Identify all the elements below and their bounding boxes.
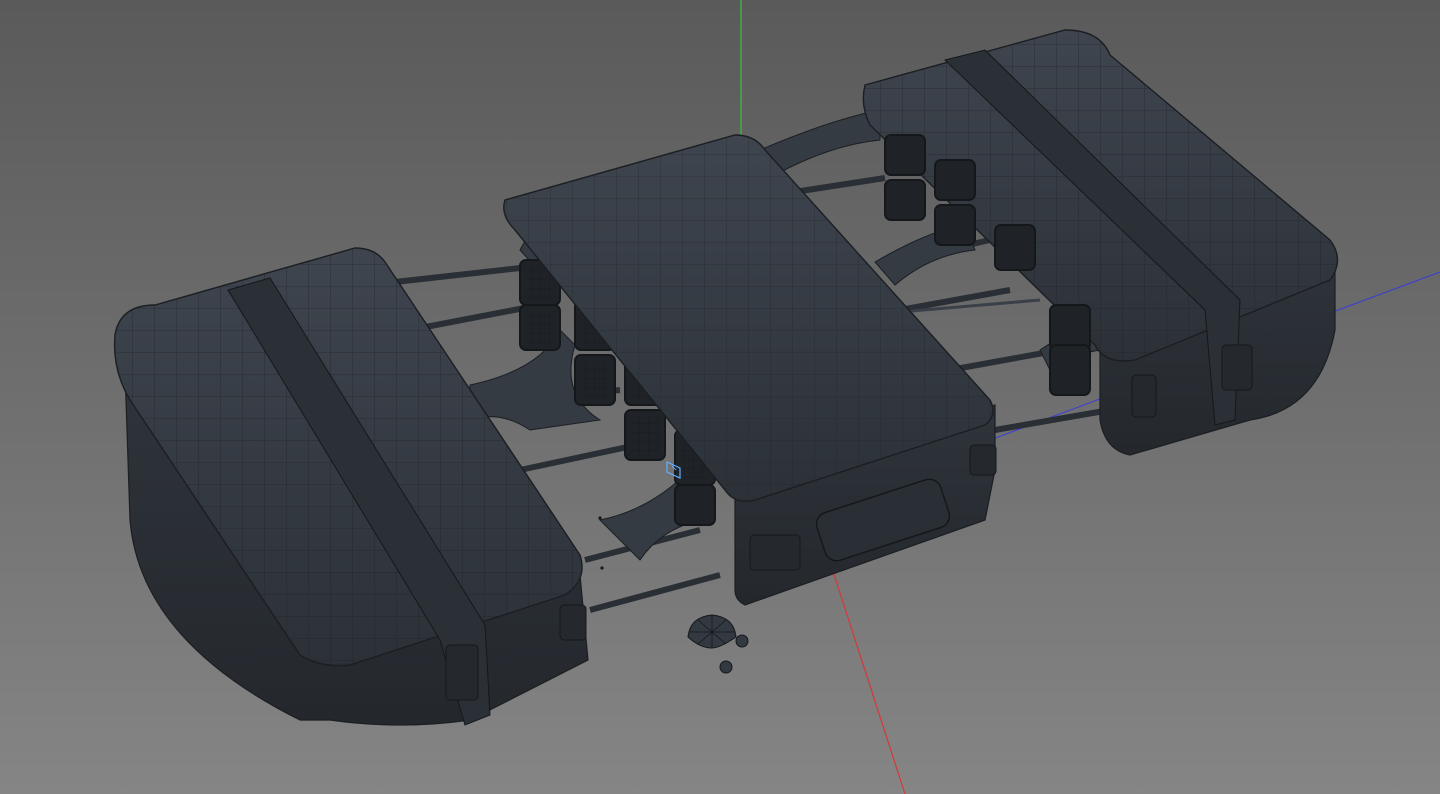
left-case-latch [559,604,587,641]
center-case-side-buckle [749,534,801,571]
sphere-part-tiny [719,660,733,674]
3d-viewport[interactable] [0,0,1440,794]
sphere-part-small [735,634,749,648]
right-case-buckle [1221,344,1253,391]
left-case[interactable] [113,247,589,726]
right-case-latch [1131,374,1157,418]
point-marker [598,516,602,520]
center-case-end-latch [969,444,997,476]
point-marker [600,566,604,570]
left-case-buckle [445,644,479,701]
